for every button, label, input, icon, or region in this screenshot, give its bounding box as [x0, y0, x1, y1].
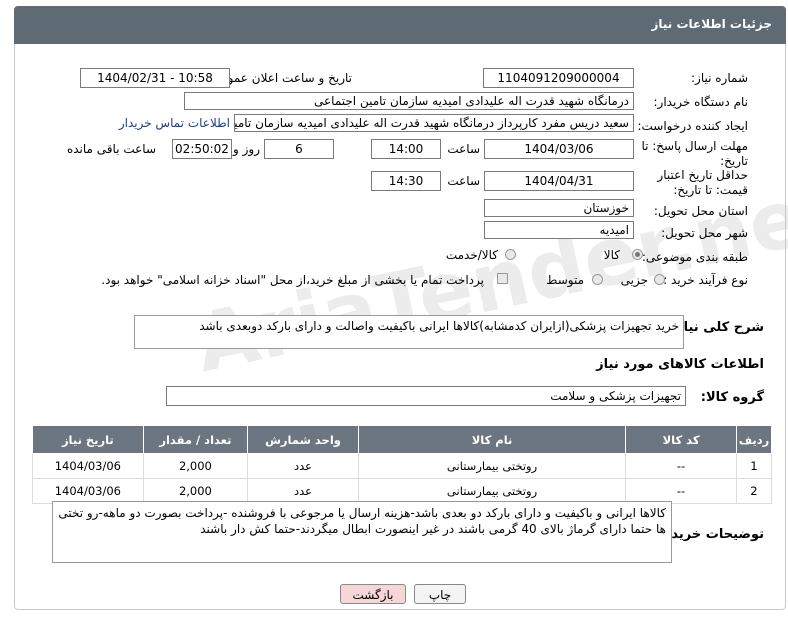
description-field: خرید تجهیزات پزشکی(ازایران کدمشابه)کالاه…	[134, 315, 684, 349]
reply-time-label: ساعت	[447, 142, 480, 156]
cell-date: 1404/03/06	[32, 453, 144, 479]
need-number-label: شماره نیاز:	[691, 71, 748, 85]
goods-group-field: تجهیزات پزشکی و سلامت	[166, 386, 686, 406]
goods-group-label: گروه کالا:	[700, 390, 764, 405]
cell-date: 1404/03/06	[32, 478, 144, 504]
buyer-notes-text: کالاها ایرانی و باکیفیت و دارای بارکد دو…	[58, 506, 666, 536]
goods-section-title: اطلاعات کالاهای مورد نیاز	[596, 357, 764, 372]
purchase-medium-radio[interactable]	[592, 274, 603, 285]
cell-qty: 2,000	[142, 453, 249, 479]
items-table: تاریخ نیاز تعداد / مقدار واحد شمارش نام …	[32, 425, 773, 504]
table-row: 1404/03/06 2,000 عدد روتختی بیمارستانی -…	[32, 453, 773, 479]
days-field: 6	[264, 139, 334, 159]
category-goods-service-radio[interactable]	[505, 249, 516, 260]
cell-name: روتختی بیمارستانی	[357, 478, 627, 504]
purchase-medium-label: متوسط	[546, 273, 584, 287]
remaining-label: ساعت باقی مانده	[66, 142, 156, 156]
validity-date-field: 1404/04/31	[484, 171, 634, 191]
validity-time-label: ساعت	[447, 174, 480, 188]
cell-code: --	[625, 453, 737, 479]
days-label: روز و	[233, 142, 260, 156]
header-unit: واحد شمارش	[247, 425, 359, 454]
category-goods-label: کالا	[603, 248, 620, 262]
need-number-field: 1104091209000004	[483, 68, 634, 88]
announce-field: 1404/02/31 - 10:58	[80, 68, 230, 88]
description-label: شرح کلی نیاز:	[670, 320, 764, 335]
cell-row: 1	[735, 453, 773, 479]
back-button[interactable]: بازگشت	[340, 584, 406, 604]
reply-date-field: 1404/03/06	[484, 139, 634, 159]
purchase-type-label: نوع فرآیند خرید :	[663, 273, 748, 287]
purchase-partial-radio[interactable]	[654, 274, 665, 285]
header-name: نام کالا	[357, 425, 627, 454]
city-field: امیدیه	[484, 221, 634, 239]
buyer-org-field: درمانگاه شهید قدرت اله علیدادی امیدیه سا…	[184, 92, 634, 110]
description-text: خرید تجهیزات پزشکی(ازایران کدمشابه)کالاه…	[199, 319, 679, 333]
cell-unit: عدد	[247, 478, 359, 504]
category-goods-service-label: کالا/خدمت	[445, 248, 498, 262]
buyer-contact-link[interactable]: اطلاعات تماس خریدار	[119, 116, 230, 130]
cell-qty: 2,000	[142, 478, 249, 504]
page-title: جزئیات اطلاعات نیاز	[651, 17, 772, 31]
cell-name: روتختی بیمارستانی	[357, 453, 627, 479]
cell-row: 2	[735, 478, 773, 504]
reply-deadline-label: مهلت ارسال پاسخ: تا تاریخ:	[641, 139, 748, 168]
header-bar: جزئیات اطلاعات نیاز	[14, 6, 786, 44]
treasury-checkbox[interactable]	[497, 273, 508, 284]
buyer-org-label: نام دستگاه خریدار:	[653, 95, 749, 109]
header-code: کد کالا	[625, 425, 737, 454]
buyer-notes-field: کالاها ایرانی و باکیفیت و دارای بارکد دو…	[52, 501, 672, 563]
cell-code: --	[625, 478, 737, 504]
cell-unit: عدد	[247, 453, 359, 479]
validity-time-field: 14:30	[371, 171, 441, 191]
city-label: شهر محل تحویل:	[661, 226, 748, 240]
remaining-time-field: 02:50:02	[172, 139, 232, 159]
purchase-partial-label: جزیی	[620, 273, 648, 287]
payment-note: پرداخت تمام یا بخشی از مبلغ خرید،از محل …	[101, 273, 484, 287]
print-button[interactable]: چاپ	[414, 584, 466, 604]
category-goods-radio[interactable]	[632, 249, 643, 260]
reply-time-field: 14:00	[371, 139, 441, 159]
creator-field: سعید دریس مفرد کارپرداز درمانگاه شهید قد…	[234, 114, 634, 132]
creator-label: ایجاد کننده درخواست:	[637, 119, 748, 133]
province-field: خوزستان	[484, 199, 634, 217]
province-label: استان محل تحویل:	[653, 204, 748, 218]
price-validity-label: حداقل تاریخ اعتبار قیمت: تا تاریخ:	[657, 168, 748, 197]
header-date: تاریخ نیاز	[32, 425, 144, 454]
header-row: ردیف	[735, 425, 773, 454]
table-row: 1404/03/06 2,000 عدد روتختی بیمارستانی -…	[32, 478, 773, 504]
category-label: طبقه بندی موضوعی:	[641, 250, 748, 264]
header-qty: تعداد / مقدار	[142, 425, 249, 454]
